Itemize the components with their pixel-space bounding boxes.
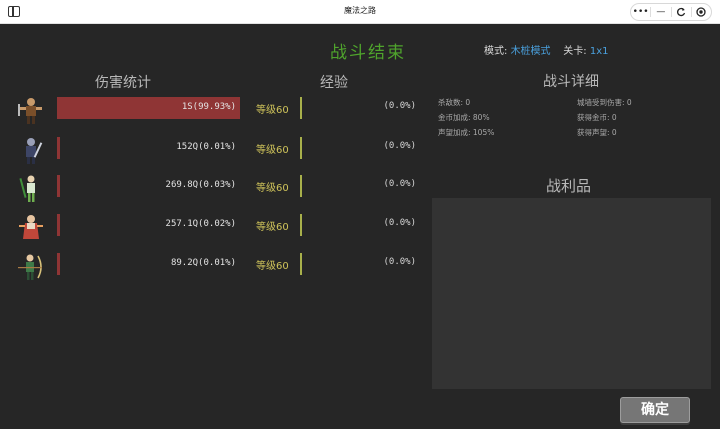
gold-earned-stat: 获得金币: 0 xyxy=(577,113,617,122)
dark-knight-icon xyxy=(16,136,46,166)
close-icon[interactable] xyxy=(692,4,711,20)
exp-bar xyxy=(300,97,302,119)
title-bar: 魔法之路 ••• — xyxy=(0,0,720,24)
hero-row: 89.2Q(0.01%) 等级60 (0.0%) xyxy=(0,252,430,280)
hero-level: 等级60 xyxy=(256,183,289,194)
barbarian-warrior-icon xyxy=(16,96,46,126)
exp-value: (0.0%) xyxy=(383,141,416,151)
exp-heading: 经验 xyxy=(320,75,348,91)
stage-label: 关卡: xyxy=(563,46,587,57)
hero-row: 269.8Q(0.03%) 等级60 (0.0%) xyxy=(0,174,430,202)
hero-level: 等级60 xyxy=(256,105,289,116)
loot-heading: 战利品 xyxy=(546,177,592,195)
mode-value: 木桩模式 xyxy=(510,46,551,57)
more-icon[interactable]: ••• xyxy=(631,4,650,20)
damage-bar-fill xyxy=(57,137,60,159)
window-title: 魔法之路 xyxy=(344,6,376,15)
mode-label: 模式: xyxy=(484,46,508,57)
confirm-button[interactable]: 确定 xyxy=(620,397,690,423)
damage-bar-fill xyxy=(57,214,60,236)
mini-program-capsule: ••• — xyxy=(630,3,712,21)
exp-value: (0.0%) xyxy=(383,179,416,189)
damage-value: 89.2Q(0.01%) xyxy=(170,258,236,268)
damage-value: 269.8Q(0.03%) xyxy=(165,180,236,190)
hero-level: 等级60 xyxy=(256,261,289,272)
damage-value: 257.1Q(0.02%) xyxy=(165,219,236,229)
exp-bar xyxy=(300,137,302,159)
hero-row: 1S(99.93%) 等级60 (0.0%) xyxy=(0,96,430,124)
minimize-icon[interactable]: — xyxy=(651,4,670,20)
reload-icon[interactable] xyxy=(672,4,691,20)
fire-mage-icon xyxy=(16,213,46,243)
loot-panel xyxy=(432,198,711,389)
fame-bonus-stat: 声望加成: 105% xyxy=(438,128,495,137)
kills-stat: 杀敌数: 0 xyxy=(438,98,471,107)
exp-bar xyxy=(300,175,302,197)
hero-row: 152Q(0.01%) 等级60 (0.0%) xyxy=(0,136,430,164)
hero-level: 等级60 xyxy=(256,145,289,156)
exp-bar xyxy=(300,214,302,236)
exp-bar xyxy=(300,253,302,275)
wall-damage-stat: 城墙受到伤害: 0 xyxy=(577,98,632,107)
exp-value: (0.0%) xyxy=(383,218,416,228)
battle-detail-heading: 战斗详细 xyxy=(543,74,599,90)
damage-bar: 1S(99.93%) xyxy=(57,97,240,119)
damage-bar: 269.8Q(0.03%) xyxy=(57,175,240,197)
damage-bar: 89.2Q(0.01%) xyxy=(57,253,240,275)
exp-value: (0.0%) xyxy=(383,101,416,111)
gold-bonus-stat: 金币加成: 80% xyxy=(438,113,490,122)
hero-row: 257.1Q(0.02%) 等级60 (0.0%) xyxy=(0,213,430,239)
exp-value: (0.0%) xyxy=(383,257,416,267)
hero-level: 等级60 xyxy=(256,222,289,233)
damage-stats-heading: 伤害统计 xyxy=(95,75,151,91)
damage-bar: 257.1Q(0.02%) xyxy=(57,214,240,236)
mode-info: 模式: 木桩模式 关卡: 1x1 xyxy=(484,42,609,57)
battle-end-title: 战斗结束 xyxy=(330,43,406,63)
ranger-icon xyxy=(16,252,46,282)
elf-archer-icon xyxy=(16,174,46,204)
damage-value: 152Q(0.01%) xyxy=(176,142,236,152)
damage-bar: 152Q(0.01%) xyxy=(57,137,240,159)
damage-bar-fill xyxy=(57,175,60,197)
damage-bar-fill xyxy=(57,253,60,275)
fame-earned-stat: 获得声望: 0 xyxy=(577,128,617,137)
damage-value: 1S(99.93%) xyxy=(181,102,236,112)
stage-value: 1x1 xyxy=(589,46,609,57)
